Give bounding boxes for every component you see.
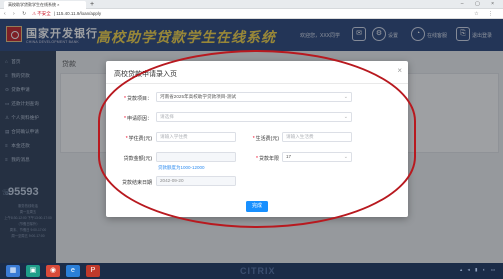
chrome-icon[interactable]: ◉ [46, 265, 60, 277]
ie-icon[interactable]: e [66, 265, 80, 277]
end-date-value: 2042-09-20 [160, 178, 184, 183]
citrix-watermark: CITRIX [240, 266, 276, 276]
project-select[interactable]: 河南省2025年高校助学贷款项目-测试 ⌄ [156, 92, 352, 102]
explorer-icon[interactable]: ▣ [26, 265, 40, 277]
browser-tab-title: 高校助学贷款学生在线系统 × [8, 2, 60, 7]
address-bar: ‹ › ↻ ⚠ 不安全 | 115.40.11.9/loan/apply ☆ ⋮ [0, 9, 503, 19]
term-label-text: 贷款年限 [258, 156, 279, 162]
living-label-text: 生活费(元) [255, 136, 279, 142]
loan-apply-dialog: 高校贷款申请录入页 × *贷款项目： 河南省2025年高校助学贷款项目-测试 ⌄… [106, 61, 408, 217]
living-placeholder: 请输入生活费 [286, 134, 314, 139]
amount-input[interactable] [156, 152, 236, 162]
insecure-label[interactable]: ⚠ 不安全 [32, 11, 51, 16]
tuition-label-text: 学住费(元) [128, 136, 152, 142]
powerpoint-icon[interactable]: P [86, 265, 100, 277]
start-button-icon[interactable]: ▦ [6, 265, 20, 277]
amount-label: 贷款金额(元) [123, 156, 152, 162]
required-mark: * [124, 96, 126, 102]
chevron-down-icon: ⌄ [343, 114, 348, 120]
window-controls[interactable]: – ▢ × [461, 0, 499, 9]
end-date-label: 贷款结束日期 [121, 180, 152, 186]
reason-label: *申请原因： [110, 115, 152, 122]
browser-tab-bar: 高校助学贷款学生在线系统 × + – ▢ × [0, 0, 503, 9]
required-mark: * [256, 156, 258, 162]
living-input[interactable]: 请输入生活费 [282, 132, 352, 142]
end-date-input[interactable]: 2042-09-20 [156, 176, 236, 186]
new-tab-button[interactable]: + [90, 0, 94, 9]
required-mark: * [125, 136, 128, 142]
tuition-label: *学住费(元) [110, 135, 152, 142]
reason-select[interactable]: 请选择 ⌄ [156, 112, 352, 122]
reason-placeholder: 请选择 [160, 114, 174, 119]
project-value: 河南省2025年高校助学贷款项目-测试 [160, 94, 237, 99]
amount-hint: 贷款额度为1000-12000 [158, 165, 205, 170]
living-label: *生活费(元) [239, 135, 279, 142]
close-icon[interactable]: × [397, 66, 402, 75]
tuition-input[interactable]: 请输入学住费 [156, 132, 236, 142]
finish-button[interactable]: 完成 [246, 201, 268, 212]
required-mark: * [252, 136, 255, 142]
term-value: 17 [286, 154, 292, 159]
system-tray[interactable]: ▴ ◂ ▮ ◐ ▭ [460, 267, 497, 273]
project-label: *贷款项目： [110, 95, 152, 102]
term-label: *贷款年限 [239, 155, 279, 162]
dialog-divider [106, 83, 408, 84]
browser-menu-icons[interactable]: ☆ ⋮ [474, 9, 497, 19]
project-label-text: 贷款项目： [126, 96, 152, 102]
term-select[interactable]: 17 ⌄ [282, 152, 352, 162]
nav-buttons[interactable]: ‹ › ↻ [4, 9, 29, 19]
chevron-down-icon: ⌄ [343, 154, 348, 160]
url-field[interactable]: ⚠ 不安全 | 115.40.11.9/loan/apply [30, 10, 470, 18]
dialog-title: 高校贷款申请录入页 [114, 71, 177, 78]
browser-tab[interactable]: 高校助学贷款学生在线系统 × [4, 1, 86, 9]
url-text: | 115.40.11.9/loan/apply [53, 11, 102, 16]
taskbar: ▦ ▣ ◉ e P CITRIX ▴ ◂ ▮ ◐ ▭ [0, 263, 503, 279]
reason-label-text: 申请原因： [126, 116, 152, 122]
required-mark: * [124, 116, 126, 122]
chevron-down-icon: ⌄ [343, 94, 348, 100]
tuition-placeholder: 请输入学住费 [160, 134, 188, 139]
